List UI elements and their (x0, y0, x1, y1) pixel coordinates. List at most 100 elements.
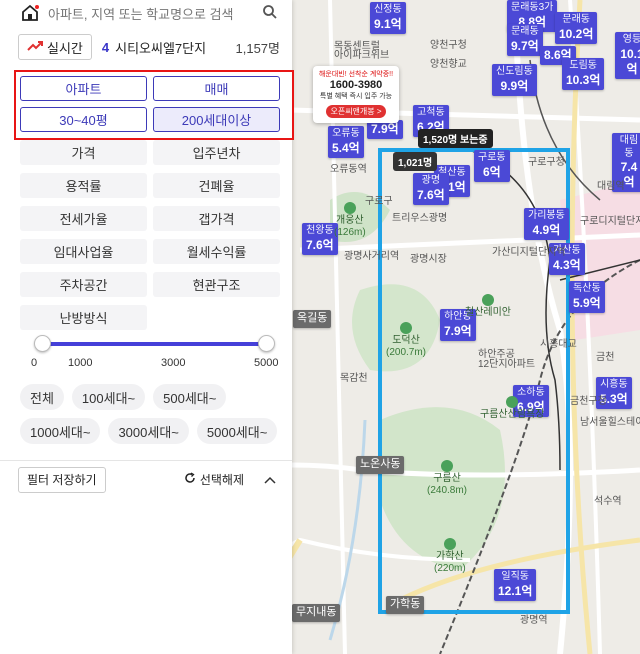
filter-jeonse-ratio[interactable]: 전세가율 (20, 206, 147, 231)
map-place-label: 석수역 (594, 496, 622, 507)
marker-price: 10.1억 (620, 46, 640, 76)
home-logo-icon[interactable] (20, 3, 40, 28)
filter-deal-sale[interactable]: 매매 (153, 76, 280, 101)
mountain-height: (126m) (334, 226, 366, 238)
filter-price[interactable]: 가격 (20, 140, 147, 165)
marker-district: 대림동 (619, 135, 639, 159)
price-marker[interactable]: 광명 7.6억 (413, 173, 449, 205)
filter-gap-price[interactable]: 갭가격 (153, 206, 280, 231)
map-place-label: 금천구청 (570, 396, 607, 407)
preset-500[interactable]: 500세대~ (153, 384, 227, 410)
chevron-up-icon[interactable] (264, 471, 276, 489)
marker-price: 4.9억 (532, 222, 561, 237)
marker-district: 구로동 (478, 152, 506, 163)
slider-tick: 0 (31, 357, 38, 369)
marker-price: 9.7억 (511, 38, 539, 53)
map-place-label: 아이파크위브 (334, 50, 390, 61)
region-marker[interactable]: 노온사동 (356, 456, 405, 474)
price-marker[interactable]: 문래동 9.7억 (507, 24, 543, 56)
filter-monthly-yield[interactable]: 월세수익률 (153, 239, 280, 264)
filter-size[interactable]: 30~40평 (20, 107, 147, 132)
preset-all[interactable]: 전체 (20, 384, 64, 410)
filter-rental-business[interactable]: 임대사업율 (20, 239, 147, 264)
region-marker[interactable]: 가학동 (386, 596, 425, 614)
price-marker[interactable]: 신도림동 9.9억 (492, 64, 537, 96)
price-marker[interactable]: 천왕동 7.6억 (302, 223, 338, 255)
search-icon[interactable] (262, 4, 278, 25)
mountain-label: 개웅산 (126m) (334, 202, 366, 238)
viewers-badge: 1,520명 보는중 (418, 129, 493, 148)
preset-3000[interactable]: 3000세대~ (108, 418, 189, 444)
refresh-icon (184, 472, 196, 487)
main-filter-grid: 아파트 매매 30~40평 200세대이상 (20, 76, 282, 132)
region-marker[interactable]: 옥길동 (293, 310, 332, 328)
filter-type-apartment[interactable]: 아파트 (20, 76, 147, 101)
reset-button[interactable]: 선택해제 (184, 471, 244, 488)
price-marker[interactable]: 영등10.1억 (615, 32, 640, 79)
map-place-label: 구로구 (365, 196, 393, 207)
filter-floor-area-ratio[interactable]: 용적률 (20, 173, 147, 198)
realtime-button[interactable]: 실시간 (18, 34, 92, 60)
filter-move-in-year[interactable]: 입주년차 (153, 140, 280, 165)
marker-price: 7.9억 (444, 323, 472, 338)
ad-tag: 해운대빈! 선착순 계약중!! (318, 71, 394, 78)
marker-district: 독산동 (573, 283, 601, 294)
filter-parking[interactable]: 주차공간 (20, 272, 147, 297)
marker-district: 광명 (421, 175, 441, 186)
filter-entrance-type[interactable]: 현관구조 (153, 272, 280, 297)
preset-100[interactable]: 100세대~ (71, 384, 146, 410)
marker-price: 9.9억 (500, 78, 529, 93)
map-place-label: 남서울힐스테이트 (580, 417, 640, 428)
price-marker[interactable]: 문래동 10.2억 (555, 12, 598, 44)
tree-icon (482, 294, 494, 306)
price-marker[interactable]: 가리봉동 4.9억 (524, 208, 569, 240)
more-filter-grid: 가격 입주년차 용적률 건폐율 전세가율 갭가격 임대사업율 월세수익률 주차공… (20, 140, 282, 330)
mountain-label: 구름산 (240.8m) (427, 460, 467, 496)
preset-5000[interactable]: 5000세대~ (196, 418, 278, 444)
marker-price: 9.1억 (374, 16, 402, 31)
realtime-apartment-name[interactable]: 시티오씨엘7단지 (115, 38, 235, 57)
filter-footer: 필터 저장하기 선택해제 (0, 460, 292, 498)
price-marker[interactable]: 일직동 12.1억 (494, 569, 537, 601)
search-input[interactable] (48, 6, 258, 22)
price-marker[interactable]: 독산동 5.9억 (569, 281, 605, 313)
household-range-slider[interactable] (33, 334, 275, 354)
marker-price: 5.4억 (332, 140, 360, 155)
marker-price: 6억 (482, 164, 501, 179)
marker-district: 고척동 (417, 107, 445, 118)
slider-handle-max[interactable] (257, 335, 275, 352)
realtime-ranking: 실시간 4 시티오씨엘7단지 1,157명 (0, 28, 292, 66)
marker-price: 12.1억 (498, 583, 533, 598)
ad-popup[interactable]: 해운대빈! 선착순 계약중!! 1600-3980 특별 혜택 즉시 입주 가능… (313, 66, 399, 123)
marker-district: 오류동 (332, 128, 360, 139)
mountain-label: 가학산 (220m) (434, 538, 466, 574)
marker-district: 영등 (622, 34, 640, 45)
map-place-label: 가산디지털단지역 (492, 247, 566, 258)
mountain-height: (220m) (434, 562, 466, 574)
marker-price: 7.6억 (306, 237, 334, 252)
marker-district: 시흥동 (600, 379, 628, 390)
mountain-height: (240.8m) (427, 484, 468, 496)
filter-coverage-ratio[interactable]: 건폐율 (153, 173, 280, 198)
price-marker[interactable]: 신정동 9.1억 (370, 2, 406, 34)
map-place-label: 금천 (596, 352, 615, 363)
region-marker[interactable]: 무지내동 (292, 604, 341, 622)
marker-district: 가리봉동 (528, 210, 565, 221)
price-marker[interactable]: 도림동 10.3억 (562, 58, 605, 90)
ad-button[interactable]: 오픈씨앤개봉 > (326, 105, 386, 118)
filter-heating[interactable]: 난방방식 (20, 305, 147, 330)
ad-text: 특별 혜택 즉시 입주 가능 (319, 93, 393, 100)
slider-handle-min[interactable] (33, 335, 51, 352)
map-place-label: 12단지아파트 (478, 359, 536, 370)
map-place-label: 광명사거리역 (344, 251, 400, 262)
map-place-label: 광명역 (520, 615, 548, 626)
save-filter-button[interactable]: 필터 저장하기 (18, 466, 106, 493)
mountain-label: 구름산산림욕장 (480, 396, 544, 421)
map-place-label: 양천구청 (430, 40, 467, 51)
price-marker[interactable]: 오류동 5.4억 (328, 126, 364, 158)
marker-district: 신정동 (374, 4, 402, 15)
map-place-label: 오류동역 (330, 164, 367, 175)
filter-households[interactable]: 200세대이상 (153, 107, 280, 132)
preset-1000[interactable]: 1000세대~ (20, 418, 101, 444)
price-marker[interactable]: 구로동 6억 (474, 150, 510, 182)
